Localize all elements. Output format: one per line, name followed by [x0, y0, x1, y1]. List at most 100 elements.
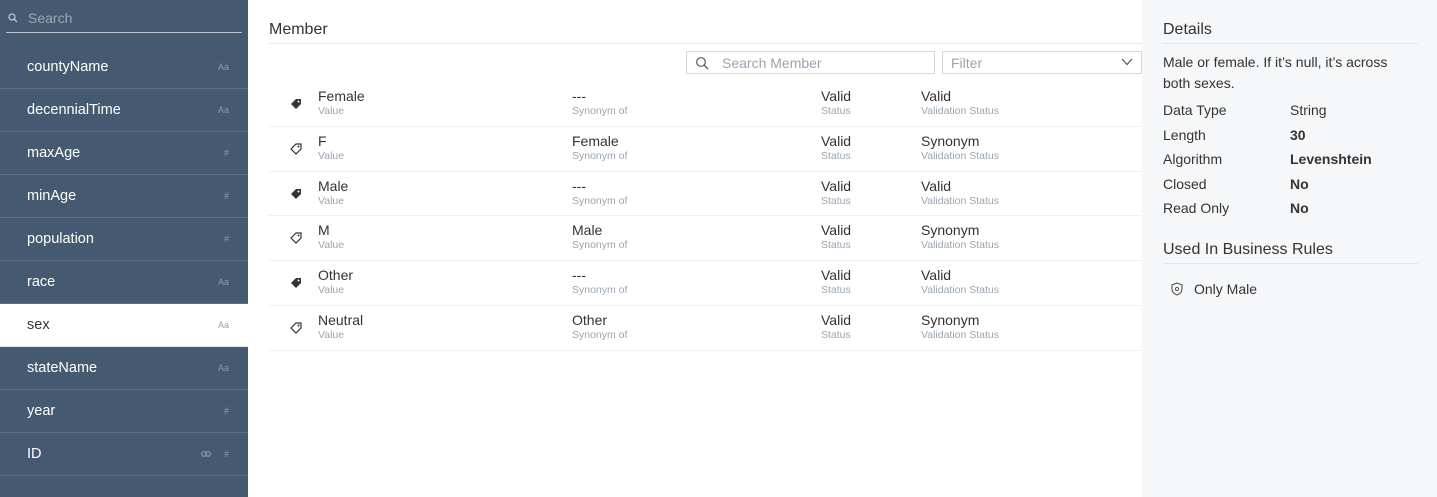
cell-sublabel: Value: [318, 239, 345, 252]
member-validation-status-cell: Valid Validation Status: [921, 267, 999, 297]
business-rule-label: Only Male: [1194, 281, 1258, 297]
member-row[interactable]: Other Value --- Synonym of Valid Status Valid V…: [269, 261, 1142, 306]
key-icon: [201, 451, 211, 457]
field-type-icon: #: [223, 191, 229, 201]
member-validation-status-cell: Valid Validation Status: [921, 178, 999, 208]
member-status-cell: Valid Status: [821, 312, 851, 342]
sidebar-item-minage[interactable]: minAge #: [0, 175, 248, 218]
member-list: Female Value --- Synonym of Valid Status Valid…: [269, 82, 1142, 351]
title-divider: [269, 43, 1142, 44]
member-row[interactable]: Female Value --- Synonym of Valid Status Valid…: [269, 82, 1142, 127]
member-synonym-of-cell: --- Synonym of: [572, 178, 627, 208]
shield-icon: [1171, 282, 1183, 296]
property-value: 30: [1290, 126, 1306, 143]
property-value: Levenshtein: [1290, 151, 1372, 167]
member-search-input[interactable]: Search Member: [686, 51, 935, 74]
filter-select[interactable]: Filter: [942, 51, 1142, 74]
member-value-cell: M Value: [318, 222, 344, 252]
sidebar-item-label: decennialTime: [27, 102, 121, 118]
sidebar-item-decennialtime[interactable]: decennialTime Aa: [0, 89, 248, 132]
details-properties: Data Type String Length 30 Algorithm Levensht…: [1163, 100, 1418, 223]
business-rules-divider: [1163, 263, 1418, 264]
sidebar-item-label: maxAge: [27, 145, 81, 161]
sidebar: Search countyName Aa decennialTime Aa maxAge…: [0, 0, 248, 497]
details-divider: [1163, 43, 1418, 44]
cell-value: Male: [572, 222, 603, 239]
cell-value: Male: [318, 177, 349, 194]
sidebar-item-year[interactable]: year #: [0, 390, 248, 433]
cell-sublabel: Synonym of: [572, 149, 628, 162]
member-synonym-of-cell: Male Synonym of: [572, 222, 627, 252]
sidebar-item-race[interactable]: race Aa: [0, 261, 248, 304]
cell-sublabel: Value: [318, 194, 345, 207]
cell-sublabel: Value: [318, 149, 345, 162]
member-row[interactable]: M Value Male Synonym of Valid Status Synonym Va…: [269, 216, 1142, 262]
cell-sublabel: Validation Status: [921, 284, 1000, 297]
member-value-cell: Female Value: [318, 88, 365, 118]
field-type-icon: #: [223, 148, 229, 158]
cell-value: Female: [318, 88, 365, 104]
cell-value: ---: [572, 88, 586, 104]
cell-value: Synonym: [921, 311, 980, 328]
sidebar-item-label: stateName: [27, 360, 98, 376]
cell-sublabel: Validation Status: [921, 194, 1000, 207]
cell-sublabel: Validation Status: [921, 105, 1000, 117]
cell-value: Valid: [821, 222, 852, 239]
member-validation-status-cell: Synonym Validation Status: [921, 222, 999, 252]
member-search-placeholder: Search Member: [722, 55, 822, 71]
cell-value: Valid: [921, 267, 952, 284]
sidebar-item-sex[interactable]: sex Aa: [0, 304, 248, 347]
tag-icon: [290, 232, 302, 245]
sidebar-item-label: countyName: [27, 59, 109, 75]
member-status-cell: Valid Status: [821, 267, 851, 297]
cell-sublabel: Validation Status: [921, 239, 1000, 252]
member-synonym-of-cell: Female Synonym of: [572, 133, 627, 163]
member-validation-status-cell: Synonym Validation Status: [921, 133, 999, 163]
property-key: Algorithm: [1163, 151, 1223, 167]
cell-value: Valid: [821, 267, 852, 284]
member-validation-status-cell: Synonym Validation Status: [921, 312, 999, 342]
field-type-icon: #: [223, 406, 229, 416]
sidebar-item-id[interactable]: ID #: [0, 433, 248, 476]
sidebar-item-maxage[interactable]: maxAge #: [0, 132, 248, 175]
cell-value: Synonym: [921, 222, 980, 239]
member-value-cell: Neutral Value: [318, 312, 363, 342]
cell-value: Valid: [821, 177, 852, 194]
chevron-down-icon: [1121, 58, 1133, 66]
sidebar-item-label: ID: [27, 446, 42, 462]
sidebar-item-label: minAge: [27, 188, 77, 204]
member-row[interactable]: F Value Female Synonym of Valid Status Synonym…: [269, 127, 1142, 172]
sidebar-item-population[interactable]: population #: [0, 218, 248, 261]
member-value-cell: F Value: [318, 133, 344, 163]
details-description: Male or female. If it’s null, it’s acros…: [1163, 54, 1388, 91]
member-value-cell: Other Value: [318, 267, 353, 297]
sidebar-search-input[interactable]: Search: [6, 6, 242, 33]
cell-sublabel: Status: [821, 194, 851, 207]
cell-value: Other: [572, 311, 608, 328]
search-icon: [696, 57, 709, 70]
sidebar-item-label: sex: [27, 317, 50, 333]
member-status-cell: Valid Status: [821, 133, 851, 163]
property-row: Read Only No: [1163, 198, 1418, 223]
sidebar-list: countyName Aa decennialTime Aa maxAge # minAge…: [0, 46, 248, 476]
cell-sublabel: Validation Status: [921, 149, 1000, 162]
cell-value: Valid: [921, 177, 952, 194]
member-status-cell: Valid Status: [821, 222, 851, 252]
property-row: Closed No: [1163, 174, 1418, 199]
business-rule-item[interactable]: Only Male: [1171, 280, 1371, 300]
member-row[interactable]: Male Value --- Synonym of Valid Status Valid Va…: [269, 172, 1142, 217]
tag-icon: [290, 143, 302, 155]
cell-value: Valid: [821, 311, 852, 328]
sidebar-item-countyname[interactable]: countyName Aa: [0, 46, 248, 89]
sidebar-item-statename[interactable]: stateName Aa: [0, 347, 248, 390]
sidebar-search-placeholder: Search: [28, 10, 73, 26]
field-type-icon: Aa: [217, 277, 229, 287]
member-value-cell: Male Value: [318, 178, 348, 208]
cell-sublabel: Value: [318, 284, 345, 297]
member-row[interactable]: Neutral Value Other Synonym of Valid Status Sy…: [269, 306, 1142, 351]
cell-value: Female: [572, 132, 619, 149]
member-status-cell: Valid Status: [821, 88, 851, 118]
page-title: Member: [269, 21, 328, 38]
cell-value: Synonym: [921, 132, 980, 149]
member-synonym-of-cell: --- Synonym of: [572, 88, 627, 118]
